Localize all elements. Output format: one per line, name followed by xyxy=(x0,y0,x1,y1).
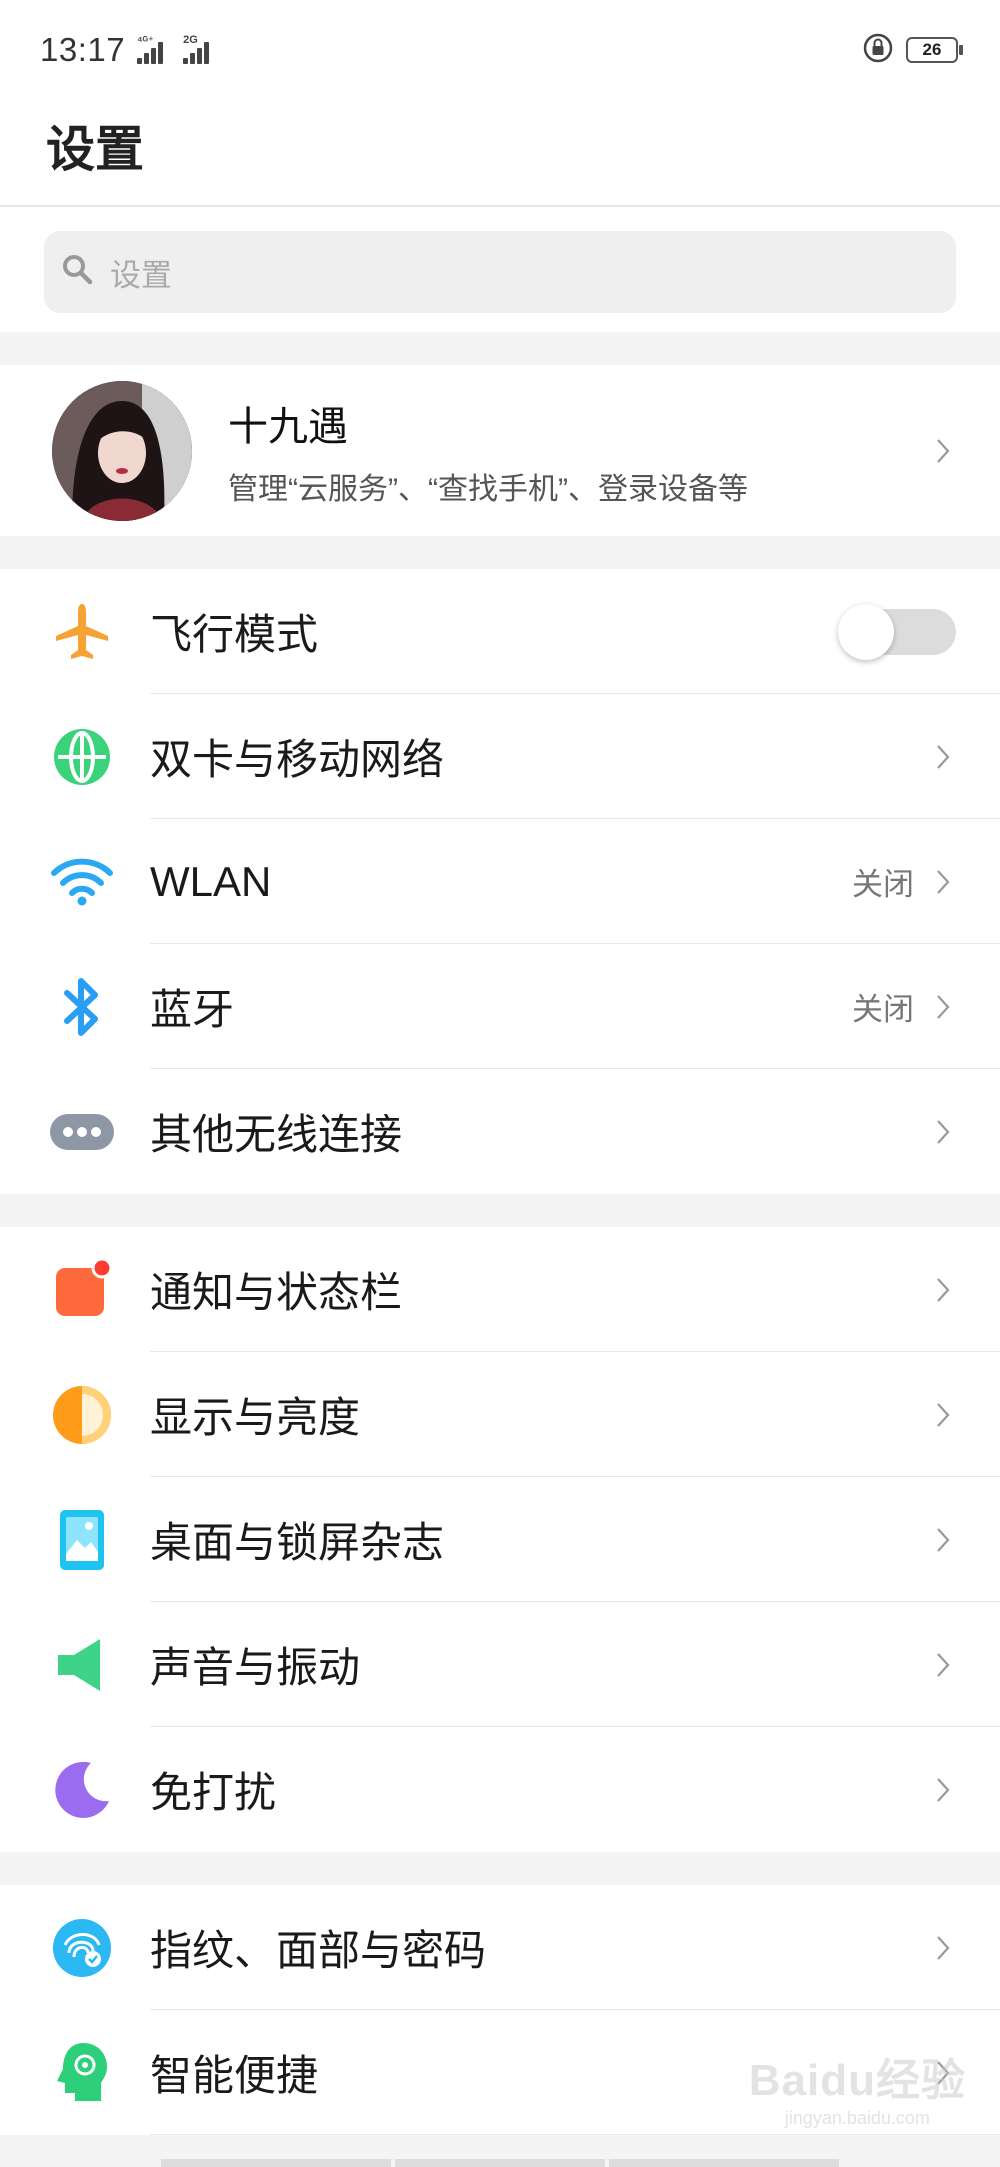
section-gap xyxy=(0,536,1000,569)
chevron-right-icon xyxy=(926,1115,960,1149)
chevron-right-icon xyxy=(926,1931,960,1965)
row-label: 声音与振动 xyxy=(150,1644,361,1691)
row-label: 其他无线连接 xyxy=(150,1111,403,1158)
avatar xyxy=(52,380,192,521)
row-wlan[interactable]: WLAN 关闭 xyxy=(0,819,1000,944)
watermark-url: jingyan.baidu.com xyxy=(784,2108,930,2128)
row-notifications[interactable]: 通知与状态栏 xyxy=(0,1227,1000,1352)
chevron-right-icon xyxy=(926,990,960,1024)
search-placeholder: 设置 xyxy=(110,257,172,293)
section-gap xyxy=(0,1194,1000,1227)
wallpaper-icon xyxy=(50,1508,114,1572)
row-label: 显示与亮度 xyxy=(150,1394,361,1441)
chevron-right-icon xyxy=(926,1648,960,1682)
settings-group-display: 通知与状态栏 显示与亮度 桌面与锁屏杂志 声音与振动 免打扰 xyxy=(0,1227,1000,1852)
chevron-right-icon xyxy=(926,1773,960,1807)
row-label: 飞行模式 xyxy=(150,611,319,658)
row-bluetooth[interactable]: 蓝牙 关闭 xyxy=(0,944,1000,1069)
row-other-wireless[interactable]: 其他无线连接 xyxy=(0,1069,1000,1194)
bluetooth-icon xyxy=(50,975,114,1039)
status-bar: 13:17 ⁴ᴳ⁺ 2G 26 xyxy=(0,0,1000,100)
account-subtitle: 管理“云服务”、“查找手机”、登录设备等 xyxy=(228,472,748,506)
title-row: 设置 xyxy=(0,100,1000,207)
row-label: 指纹、面部与密码 xyxy=(150,1927,487,1974)
rotation-lock-icon xyxy=(862,32,894,69)
row-sound-vibration[interactable]: 声音与振动 xyxy=(0,1602,1000,1727)
airplane-mode-toggle[interactable] xyxy=(838,603,956,660)
chevron-right-icon xyxy=(926,865,960,899)
signal-4g-icon: ⁴ᴳ⁺ xyxy=(137,35,164,64)
signal-2g-icon: 2G xyxy=(183,34,210,64)
more-dots-icon xyxy=(50,1100,114,1164)
account-row[interactable]: 十九遇 管理“云服务”、“查找手机”、登录设备等 xyxy=(0,365,1000,536)
search-icon xyxy=(60,252,96,293)
signal-2-tag: 2G xyxy=(183,34,198,46)
settings-group-connectivity: 飞行模式 双卡与移动网络 WLAN 关闭 蓝牙 关闭 其他无线连接 xyxy=(0,569,1000,1194)
globe-icon xyxy=(50,725,114,789)
chevron-right-icon xyxy=(926,434,960,468)
row-label: 通知与状态栏 xyxy=(150,1269,403,1316)
header: 13:17 ⁴ᴳ⁺ 2G 26 设置 xyxy=(0,0,1000,207)
fingerprint-icon xyxy=(50,1916,114,1980)
wifi-icon xyxy=(50,850,114,914)
row-label: WLAN xyxy=(150,857,272,905)
watermark: Baidu经验 jingyan.baidu.com xyxy=(749,2044,966,2129)
watermark-brand: Baidu经验 xyxy=(748,2056,966,2105)
chevron-right-icon xyxy=(926,1398,960,1432)
speaker-icon xyxy=(50,1633,114,1697)
section-gap xyxy=(0,332,1000,365)
account-name: 十九遇 xyxy=(228,404,348,449)
bottom-nav-hint xyxy=(0,2159,1000,2167)
brightness-icon xyxy=(50,1383,114,1447)
row-dual-sim-network[interactable]: 双卡与移动网络 xyxy=(0,694,1000,819)
signal-1-tag: ⁴ᴳ⁺ xyxy=(137,35,154,47)
row-desktop-lockscreen[interactable]: 桌面与锁屏杂志 xyxy=(0,1477,1000,1602)
wlan-status: 关闭 xyxy=(852,867,914,902)
smart-assist-icon xyxy=(50,2041,114,2105)
chevron-right-icon xyxy=(926,1523,960,1557)
row-label: 桌面与锁屏杂志 xyxy=(150,1519,445,1566)
row-label: 免打扰 xyxy=(150,1769,277,1816)
row-label: 双卡与移动网络 xyxy=(150,736,445,783)
row-fingerprint-face-password[interactable]: 指纹、面部与密码 xyxy=(0,1885,1000,2010)
row-label: 蓝牙 xyxy=(150,986,235,1033)
battery-icon: 26 xyxy=(906,37,963,63)
airplane-icon xyxy=(50,600,114,664)
chevron-right-icon xyxy=(926,740,960,774)
chevron-right-icon xyxy=(926,1273,960,1307)
status-time: 13:17 xyxy=(40,31,126,68)
moon-icon xyxy=(50,1758,114,1822)
row-airplane-mode[interactable]: 飞行模式 xyxy=(0,569,1000,694)
row-display-brightness[interactable]: 显示与亮度 xyxy=(0,1352,1000,1477)
page-title: 设置 xyxy=(46,123,145,177)
bluetooth-status: 关闭 xyxy=(852,992,914,1027)
battery-level: 26 xyxy=(922,40,942,59)
search-area: 设置 xyxy=(0,207,1000,332)
section-gap xyxy=(0,1852,1000,1885)
notification-icon xyxy=(50,1257,114,1322)
search-input[interactable]: 设置 xyxy=(44,231,956,313)
row-do-not-disturb[interactable]: 免打扰 xyxy=(0,1727,1000,1852)
